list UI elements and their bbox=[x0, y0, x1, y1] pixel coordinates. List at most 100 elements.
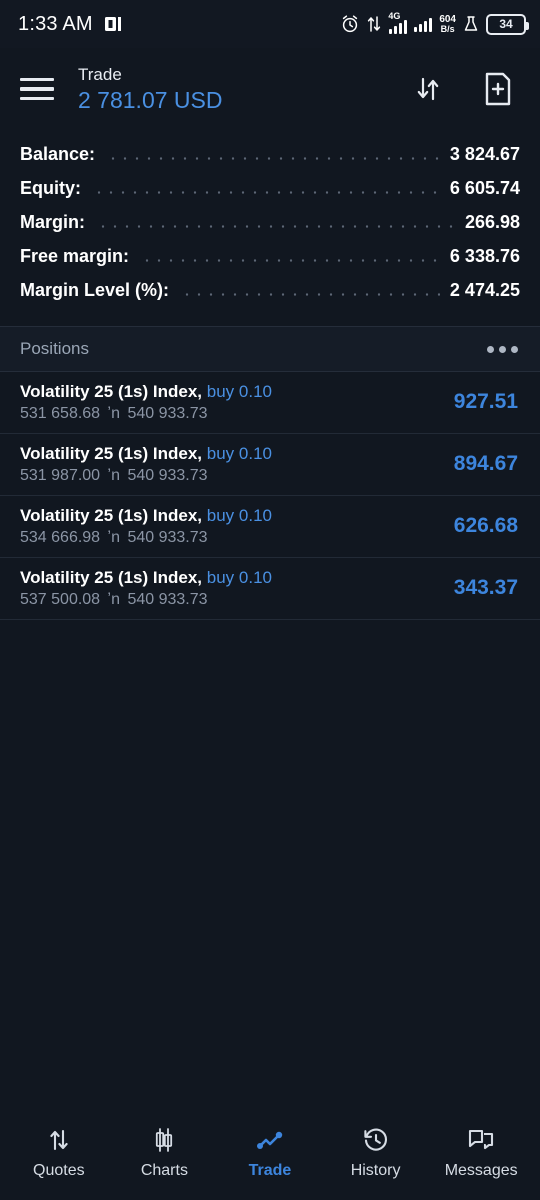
tab-charts[interactable]: Charts bbox=[114, 1125, 214, 1180]
empty-area bbox=[0, 620, 540, 1110]
dotted-leader bbox=[93, 191, 440, 194]
position-symbol: Volatility 25 (1s) Index, bbox=[20, 443, 203, 463]
hamburger-menu-icon[interactable] bbox=[20, 74, 58, 104]
price-arrow-icon: ʼn bbox=[107, 590, 120, 608]
header-actions bbox=[408, 67, 518, 111]
position-details: Volatility 25 (1s) Index, buy 0.10 537 5… bbox=[20, 568, 272, 609]
positions-list: Volatility 25 (1s) Index, buy 0.10 531 6… bbox=[0, 372, 540, 620]
battery-indicator: 34 bbox=[486, 13, 529, 35]
battery-level-label: 34 bbox=[499, 17, 513, 31]
position-price-line: 534 666.98 ʼn 540 933.73 bbox=[20, 529, 272, 547]
tab-label: History bbox=[350, 1161, 401, 1179]
summary-label: Margin: bbox=[20, 212, 85, 232]
app-header: Trade 2 781.07 USD bbox=[0, 48, 540, 130]
clock-history-icon bbox=[362, 1125, 390, 1155]
sort-arrows-icon[interactable] bbox=[408, 67, 448, 111]
signal-4g-icon: 4G bbox=[388, 11, 408, 34]
price-arrow-icon: ʼn bbox=[107, 528, 120, 546]
page-title: Trade bbox=[78, 65, 122, 84]
position-symbol-line: Volatility 25 (1s) Index, buy 0.10 bbox=[20, 382, 272, 402]
summary-row-balance: Balance: 3 824.67 bbox=[20, 144, 520, 178]
position-symbol-line: Volatility 25 (1s) Index, buy 0.10 bbox=[20, 506, 272, 526]
position-profit: 343.37 bbox=[453, 576, 518, 599]
app-notification-icon bbox=[103, 14, 123, 34]
position-current-price: 540 933.73 bbox=[127, 528, 208, 546]
position-current-price: 540 933.73 bbox=[127, 404, 208, 422]
position-details: Volatility 25 (1s) Index, buy 0.10 531 6… bbox=[20, 382, 272, 423]
position-side: buy 0.10 bbox=[206, 567, 272, 587]
summary-row-equity: Equity: 6 605.74 bbox=[20, 178, 520, 212]
position-price-line: 537 500.08 ʼn 540 933.73 bbox=[20, 591, 272, 609]
account-summary: Balance: 3 824.67 Equity: 6 605.74 Margi… bbox=[0, 130, 540, 326]
position-price-line: 531 987.00 ʼn 540 933.73 bbox=[20, 467, 272, 485]
tab-messages[interactable]: Messages bbox=[431, 1125, 531, 1180]
table-row[interactable]: Volatility 25 (1s) Index, buy 0.10 537 5… bbox=[0, 558, 540, 620]
network-type-label: 4G bbox=[388, 11, 401, 21]
status-time: 1:33 AM bbox=[18, 12, 93, 35]
new-document-icon[interactable] bbox=[478, 67, 518, 111]
summary-row-margin: Margin: 266.98 bbox=[20, 212, 520, 246]
network-speed-indicator: 604 B/s bbox=[439, 13, 456, 34]
network-speed-value: 604 bbox=[439, 13, 456, 25]
signal-secondary-icon bbox=[414, 16, 433, 32]
position-open-price: 537 500.08 bbox=[20, 590, 101, 608]
position-details: Volatility 25 (1s) Index, buy 0.10 534 6… bbox=[20, 506, 272, 547]
summary-value: 6 338.76 bbox=[449, 246, 520, 266]
position-details: Volatility 25 (1s) Index, buy 0.10 531 9… bbox=[20, 444, 272, 485]
table-row[interactable]: Volatility 25 (1s) Index, buy 0.10 531 9… bbox=[0, 434, 540, 496]
header-account-info[interactable]: Trade 2 781.07 USD bbox=[76, 65, 390, 113]
alarm-clock-icon bbox=[340, 14, 360, 34]
account-balance: 2 781.07 USD bbox=[78, 86, 223, 113]
dotted-leader bbox=[107, 157, 440, 160]
position-current-price: 540 933.73 bbox=[127, 590, 208, 608]
status-bar-left: 1:33 AM bbox=[18, 13, 123, 36]
tab-quotes[interactable]: Quotes bbox=[9, 1125, 109, 1180]
summary-label: Balance: bbox=[20, 144, 96, 164]
position-symbol: Volatility 25 (1s) Index, bbox=[20, 567, 203, 587]
candlestick-icon bbox=[150, 1125, 178, 1155]
tab-trade[interactable]: Trade bbox=[220, 1125, 320, 1180]
tab-label: Messages bbox=[444, 1161, 518, 1179]
summary-label: Free margin: bbox=[20, 246, 130, 266]
table-row[interactable]: Volatility 25 (1s) Index, buy 0.10 531 6… bbox=[0, 372, 540, 434]
position-open-price: 531 987.00 bbox=[20, 466, 101, 484]
price-arrow-icon: ʼn bbox=[107, 404, 120, 422]
summary-label: Margin Level (%): bbox=[20, 280, 170, 300]
position-side: buy 0.10 bbox=[206, 505, 272, 525]
position-side: buy 0.10 bbox=[206, 381, 272, 401]
tab-label: Charts bbox=[140, 1161, 188, 1179]
summary-value: 6 605.74 bbox=[449, 178, 520, 198]
dotted-leader bbox=[181, 293, 440, 296]
dotted-leader bbox=[97, 225, 455, 228]
position-price-line: 531 658.68 ʼn 540 933.73 bbox=[20, 405, 272, 423]
position-open-price: 531 658.68 bbox=[20, 404, 101, 422]
position-profit: 927.51 bbox=[453, 390, 518, 413]
tab-label: Quotes bbox=[33, 1161, 85, 1179]
dotted-leader bbox=[141, 259, 440, 262]
flask-icon bbox=[463, 14, 479, 34]
summary-value: 2 474.25 bbox=[449, 280, 520, 300]
bottom-navigation: Quotes Charts Trade History Messages bbox=[0, 1110, 540, 1200]
summary-row-margin-level: Margin Level (%): 2 474.25 bbox=[20, 280, 520, 314]
position-side: buy 0.10 bbox=[206, 443, 272, 463]
positions-title: Positions bbox=[20, 339, 89, 358]
position-symbol: Volatility 25 (1s) Index, bbox=[20, 505, 203, 525]
chat-bubbles-icon bbox=[466, 1125, 496, 1155]
more-options-icon[interactable] bbox=[487, 345, 518, 353]
app-screen: 1:33 AM 4G 604 B/s 34 Trade 2 781.07 USD… bbox=[0, 0, 540, 1200]
up-down-arrows-icon bbox=[45, 1125, 73, 1155]
position-symbol-line: Volatility 25 (1s) Index, buy 0.10 bbox=[20, 444, 272, 464]
status-bar-right: 4G 604 B/s 34 bbox=[340, 11, 529, 35]
positions-section-header: Positions bbox=[0, 326, 540, 372]
price-arrow-icon: ʼn bbox=[107, 466, 120, 484]
data-transfer-icon bbox=[367, 14, 381, 34]
summary-row-free-margin: Free margin: 6 338.76 bbox=[20, 246, 520, 280]
summary-value: 3 824.67 bbox=[449, 144, 520, 164]
tab-history[interactable]: History bbox=[326, 1125, 426, 1180]
network-speed-unit: B/s bbox=[440, 23, 455, 34]
status-bar: 1:33 AM 4G 604 B/s 34 bbox=[0, 0, 540, 48]
position-open-price: 534 666.98 bbox=[20, 528, 101, 546]
table-row[interactable]: Volatility 25 (1s) Index, buy 0.10 534 6… bbox=[0, 496, 540, 558]
line-chart-icon bbox=[255, 1125, 285, 1155]
position-profit: 894.67 bbox=[453, 452, 518, 475]
